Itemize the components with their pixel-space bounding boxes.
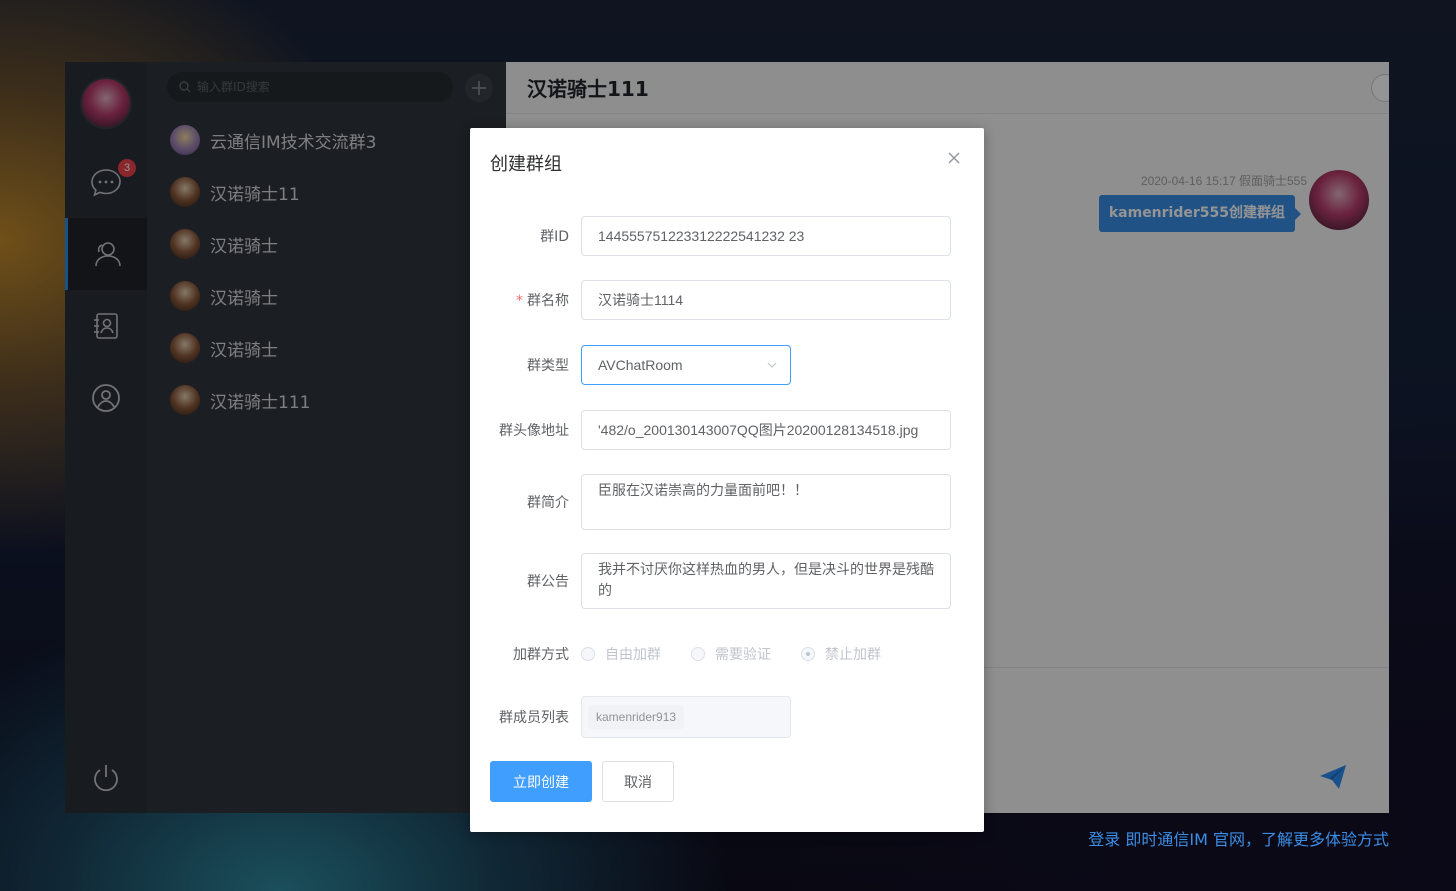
members-input[interactable]: kamenrider913 xyxy=(581,696,791,738)
intro-row: 群简介 臣服在汉诺崇高的力量面前吧！！ xyxy=(470,474,984,530)
footer-link[interactable]: 登录 即时通信IM 官网，了解更多体验方式 xyxy=(1088,826,1389,850)
avatar-url-row: 群头像地址 '482/o_200130143007QQ图片20200128134… xyxy=(470,410,984,450)
members-row: 群成员列表 kamenrider913 xyxy=(470,696,984,738)
cancel-button[interactable]: 取消 xyxy=(602,761,674,802)
group-name-label: 群名称 xyxy=(527,293,569,309)
notice-label: 群公告 xyxy=(527,574,569,590)
radio-label: 自由加群 xyxy=(605,647,661,663)
radio-need-verify[interactable]: 需要验证 xyxy=(691,644,771,664)
group-type-value: AVChatRoom xyxy=(598,357,683,373)
group-name-input[interactable]: 汉诺骑士1114 xyxy=(581,280,951,320)
join-option-row: 加群方式 自由加群 需要验证 禁止加群 xyxy=(470,644,984,664)
required-mark: * xyxy=(516,293,523,309)
close-icon[interactable] xyxy=(946,150,962,166)
group-type-select[interactable]: AVChatRoom xyxy=(581,345,791,385)
group-type-label: 群类型 xyxy=(527,358,569,374)
join-option-radio-group: 自由加群 需要验证 禁止加群 xyxy=(581,644,911,664)
create-group-dialog: 创建群组 群ID 144555751223312222541232 23 * 群名… xyxy=(470,128,984,832)
group-id-label: 群ID xyxy=(540,229,569,245)
avatar-url-label: 群头像地址 xyxy=(499,423,569,439)
radio-dot xyxy=(691,647,705,661)
create-button[interactable]: 立即创建 xyxy=(490,761,592,802)
join-option-label: 加群方式 xyxy=(513,647,569,663)
radio-dot xyxy=(581,647,595,661)
chevron-down-icon xyxy=(767,362,777,368)
radio-forbid-join[interactable]: 禁止加群 xyxy=(801,644,881,664)
group-id-row: 群ID 144555751223312222541232 23 xyxy=(470,216,984,256)
members-label: 群成员列表 xyxy=(499,710,569,726)
radio-dot xyxy=(801,647,815,661)
intro-textarea[interactable]: 臣服在汉诺崇高的力量面前吧！！ xyxy=(581,474,951,530)
intro-label: 群简介 xyxy=(527,495,569,511)
group-type-row: 群类型 AVChatRoom xyxy=(470,345,984,385)
group-name-row: * 群名称 汉诺骑士1114 xyxy=(470,280,984,320)
member-tag: kamenrider913 xyxy=(588,705,685,729)
dialog-title: 创建群组 xyxy=(490,154,562,175)
radio-label: 禁止加群 xyxy=(825,647,881,663)
avatar-url-input[interactable]: '482/o_200130143007QQ图片20200128134518.jp… xyxy=(581,410,951,450)
notice-textarea[interactable]: 我并不讨厌你这样热血的男人，但是决斗的世界是残酷的 xyxy=(581,553,951,609)
radio-label: 需要验证 xyxy=(715,647,771,663)
notice-row: 群公告 我并不讨厌你这样热血的男人，但是决斗的世界是残酷的 xyxy=(470,553,984,609)
group-id-input[interactable]: 144555751223312222541232 23 xyxy=(581,216,951,256)
radio-free-join[interactable]: 自由加群 xyxy=(581,644,661,664)
